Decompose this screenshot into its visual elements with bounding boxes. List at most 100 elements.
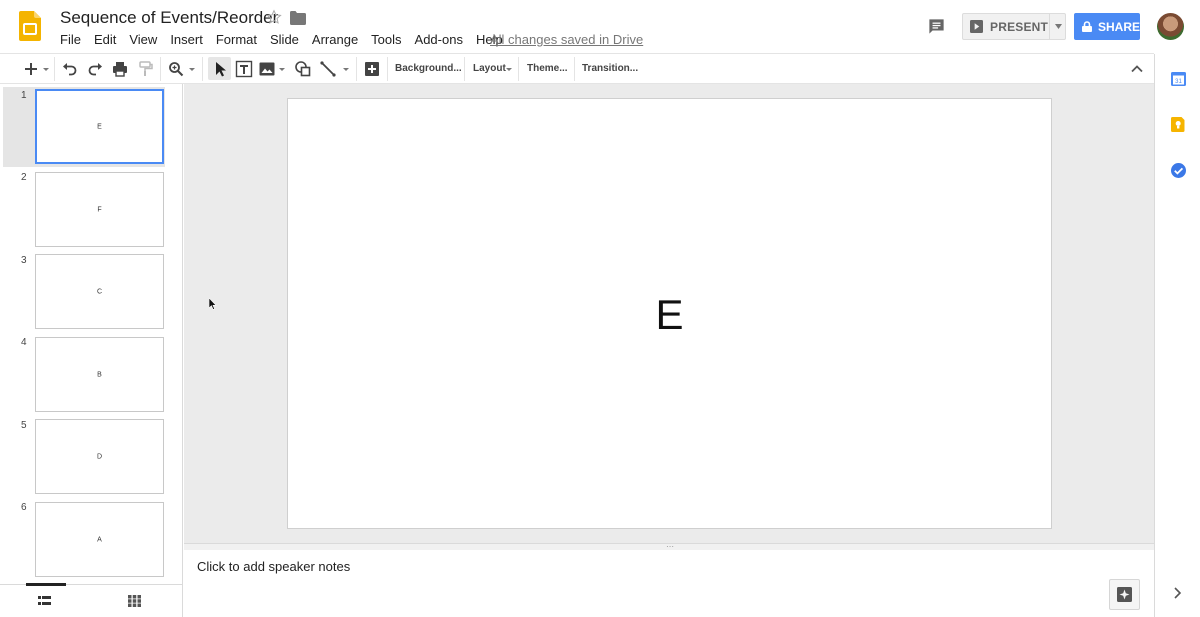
menu-insert[interactable]: Insert: [170, 32, 203, 48]
shape-icon: [295, 61, 311, 77]
app-header: Sequence of Events/Reorder File Edit Vie…: [0, 0, 1200, 54]
toolbar-divider: [54, 57, 55, 81]
menu-view[interactable]: View: [129, 32, 157, 48]
keep-icon[interactable]: [1171, 117, 1186, 132]
menu-format[interactable]: Format: [216, 32, 257, 48]
plus-icon: [25, 63, 37, 75]
chevron-right-icon[interactable]: [1173, 587, 1182, 599]
line-button[interactable]: [319, 60, 337, 78]
slide-number: 4: [21, 337, 27, 348]
menu-edit[interactable]: Edit: [94, 32, 116, 48]
theme-button[interactable]: Theme...: [527, 63, 568, 74]
undo-button[interactable]: [61, 60, 79, 78]
chevron-down-icon[interactable]: [188, 60, 196, 78]
speaker-notes-input[interactable]: Click to add speaker notes: [197, 559, 350, 574]
slide-thumbnail[interactable]: C: [35, 254, 164, 329]
present-button: PRESENT: [962, 13, 1066, 40]
slide-text-box[interactable]: E: [288, 291, 1051, 339]
chevron-down-icon[interactable]: [278, 60, 286, 78]
toolbar-divider: [160, 57, 161, 81]
menu-addons[interactable]: Add-ons: [415, 32, 463, 48]
menu-arrange[interactable]: Arrange: [312, 32, 358, 48]
mouse-cursor-icon: [209, 298, 217, 310]
present-divider: [1049, 14, 1050, 39]
explore-button[interactable]: [1109, 579, 1140, 610]
print-button[interactable]: [111, 60, 129, 78]
text-box-button[interactable]: [235, 60, 253, 78]
calendar-icon[interactable]: 31: [1171, 71, 1186, 86]
transition-button[interactable]: Transition...: [582, 63, 638, 74]
redo-icon: [88, 63, 102, 76]
current-slide[interactable]: E: [287, 98, 1052, 529]
speaker-notes: Click to add speaker notes: [184, 550, 1154, 617]
slide-thumbnail[interactable]: B: [35, 337, 164, 412]
menu-file[interactable]: File: [60, 32, 81, 48]
layout-button[interactable]: Layout: [473, 63, 506, 74]
slides-logo-icon[interactable]: [19, 11, 41, 41]
slide-number: 3: [21, 255, 27, 266]
toolbar-divider: [518, 57, 519, 81]
avatar[interactable]: [1157, 13, 1184, 40]
share-button[interactable]: SHARE: [1074, 13, 1140, 40]
slide-thumbnail[interactable]: E: [35, 89, 164, 164]
redo-button[interactable]: [86, 60, 104, 78]
toolbar-divider: [387, 57, 388, 81]
slide-thumbnail-text: D: [96, 453, 103, 460]
comment-add-icon: [365, 62, 379, 76]
lock-icon: [1082, 21, 1092, 32]
chevron-down-icon[interactable]: [1055, 24, 1062, 29]
toolbar-divider: [574, 57, 575, 81]
slide-number: 5: [21, 420, 27, 431]
zoom-icon: [169, 62, 184, 77]
background-button[interactable]: Background...: [395, 63, 462, 74]
add-comment-button[interactable]: [363, 60, 381, 78]
slide-thumbnail-text: C: [96, 288, 103, 295]
paint-format-icon: [139, 61, 153, 76]
chevron-down-icon[interactable]: [505, 60, 513, 78]
slide-thumbnail[interactable]: A: [35, 502, 164, 577]
shape-button[interactable]: [294, 60, 312, 78]
toolbar: Background... Layout Theme... Transition…: [0, 53, 1154, 84]
list-view-icon[interactable]: [38, 595, 51, 607]
tasks-icon[interactable]: [1171, 163, 1186, 178]
save-status-link[interactable]: All changes saved in Drive: [490, 32, 643, 47]
slide-number: 2: [21, 172, 27, 183]
image-icon: [259, 62, 275, 76]
slide-number: 6: [21, 502, 27, 513]
grid-view-icon[interactable]: [128, 595, 141, 607]
slide-number: 1: [21, 90, 27, 101]
slide-thumbnail-text: E: [97, 123, 102, 130]
document-title[interactable]: Sequence of Events/Reorder: [60, 8, 278, 28]
active-view-indicator: [26, 583, 66, 586]
side-panel: 31: [1154, 54, 1200, 617]
folder-icon[interactable]: [290, 11, 306, 25]
present-main-button[interactable]: PRESENT: [963, 14, 1049, 39]
menu-tools[interactable]: Tools: [371, 32, 401, 48]
chevron-up-icon[interactable]: [1130, 62, 1144, 76]
zoom-button[interactable]: [167, 60, 185, 78]
chevron-down-icon[interactable]: [342, 60, 350, 78]
star-icon[interactable]: [266, 9, 282, 25]
comment-icon[interactable]: [927, 17, 946, 36]
select-icon: [216, 62, 226, 77]
print-icon: [113, 62, 127, 77]
line-icon: [320, 61, 336, 77]
notes-resize-handle[interactable]: ⋯: [184, 543, 1154, 551]
slide-filmstrip: 1 E 2 F 3 C 4 B 5 D 6 A: [0, 84, 183, 584]
paint-format-button[interactable]: [136, 60, 154, 78]
slide-thumbnail[interactable]: D: [35, 419, 164, 494]
filmstrip-view-toggle: [0, 583, 183, 617]
explore-icon: [1117, 587, 1132, 602]
present-play-icon: [970, 20, 983, 33]
menu-bar: File Edit View Insert Format Slide Arran…: [60, 32, 516, 48]
menu-slide[interactable]: Slide: [270, 32, 299, 48]
toolbar-divider: [202, 57, 203, 81]
slide-thumbnail[interactable]: F: [35, 172, 164, 247]
slide-thumbnail-text: A: [97, 536, 102, 543]
undo-icon: [63, 63, 77, 76]
select-tool-button[interactable]: [211, 60, 229, 78]
chevron-down-icon[interactable]: [42, 60, 50, 78]
new-slide-button[interactable]: [22, 60, 40, 78]
toolbar-divider: [464, 57, 465, 81]
image-button[interactable]: [258, 60, 276, 78]
